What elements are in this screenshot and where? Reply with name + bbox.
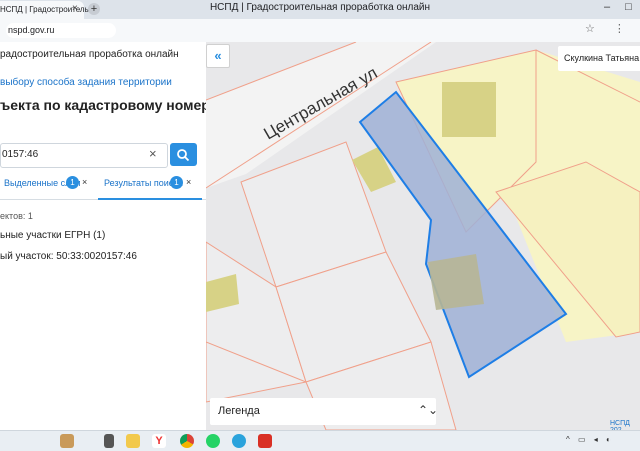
address-bar: nspd.gov.ru ☆ ⋮ — [0, 19, 640, 43]
clear-icon[interactable]: × — [149, 146, 157, 161]
system-tray[interactable]: ^ ▭ ◂ ◐ — [566, 435, 614, 444]
building — [442, 82, 496, 137]
result-group[interactable]: ьные участки ЕГРН (1) — [0, 230, 105, 241]
search-icon — [177, 149, 190, 162]
back-link[interactable]: выбору способа задания территории — [0, 77, 172, 88]
yandex-icon[interactable]: Y — [152, 434, 166, 448]
window-title: НСПД | Градостроительная проработка онла… — [209, 2, 431, 13]
search-input-value: 0157:46 — [2, 149, 39, 160]
window-controls[interactable]: – □ — [604, 1, 638, 13]
map-graphics: Центральная ул — [206, 42, 640, 430]
search-panel: радостроительная проработка онлайн выбор… — [0, 42, 247, 430]
whatsapp-icon[interactable] — [206, 434, 220, 448]
map-copyright: НСПД 202 — [610, 420, 630, 430]
user-name: Скулкина Татьяна — [564, 53, 640, 63]
taskbar: Y ^ ▭ ◂ ◐ — [0, 430, 640, 451]
pdf-icon[interactable] — [258, 434, 272, 448]
collapse-panel-button[interactable]: « — [206, 44, 230, 68]
cadastral-search-input[interactable]: 0157:46 × — [0, 143, 168, 168]
file-explorer-icon[interactable] — [126, 434, 140, 448]
search-results-badge: 1 — [170, 176, 183, 189]
close-icon[interactable]: × — [82, 177, 87, 187]
browser-menu-icons[interactable]: ☆ ⋮ — [585, 22, 633, 35]
legend-dropdown[interactable]: Легенда ⌃⌄ — [210, 398, 439, 425]
chevron-updown-icon: ⌃⌄ — [418, 403, 439, 417]
url-field[interactable]: nspd.gov.ru — [6, 23, 116, 38]
objects-count: ектов: 1 — [0, 211, 33, 221]
url-text: nspd.gov.ru — [8, 25, 55, 35]
browser-tab-strip: НСПД | Градостроительна × + НСПД | Градо… — [0, 0, 640, 19]
building — [428, 254, 484, 310]
telegram-icon[interactable] — [232, 434, 246, 448]
close-icon[interactable]: × — [186, 177, 191, 187]
tab-search-results[interactable]: Результаты поиска 1 × — [98, 170, 202, 200]
deer-icon[interactable] — [60, 434, 74, 448]
selected-layers-badge: 1 — [66, 176, 79, 189]
app-title: радостроительная проработка онлайн — [0, 49, 179, 60]
file-explorer-icon[interactable] — [104, 434, 114, 448]
user-menu[interactable]: Скулкина Татьяна — [558, 46, 640, 71]
legend-label: Легенда — [218, 405, 260, 417]
map-canvas[interactable]: Центральная ул « Скулкина Татьяна Легенд… — [206, 42, 640, 430]
search-button[interactable] — [170, 143, 197, 166]
chrome-icon[interactable] — [180, 434, 194, 448]
panel-tabs: Выделенные слои 1 × Результаты поиска 1 … — [0, 169, 206, 200]
result-item[interactable]: ый участок: 50:33:0020157:46 — [0, 251, 137, 262]
